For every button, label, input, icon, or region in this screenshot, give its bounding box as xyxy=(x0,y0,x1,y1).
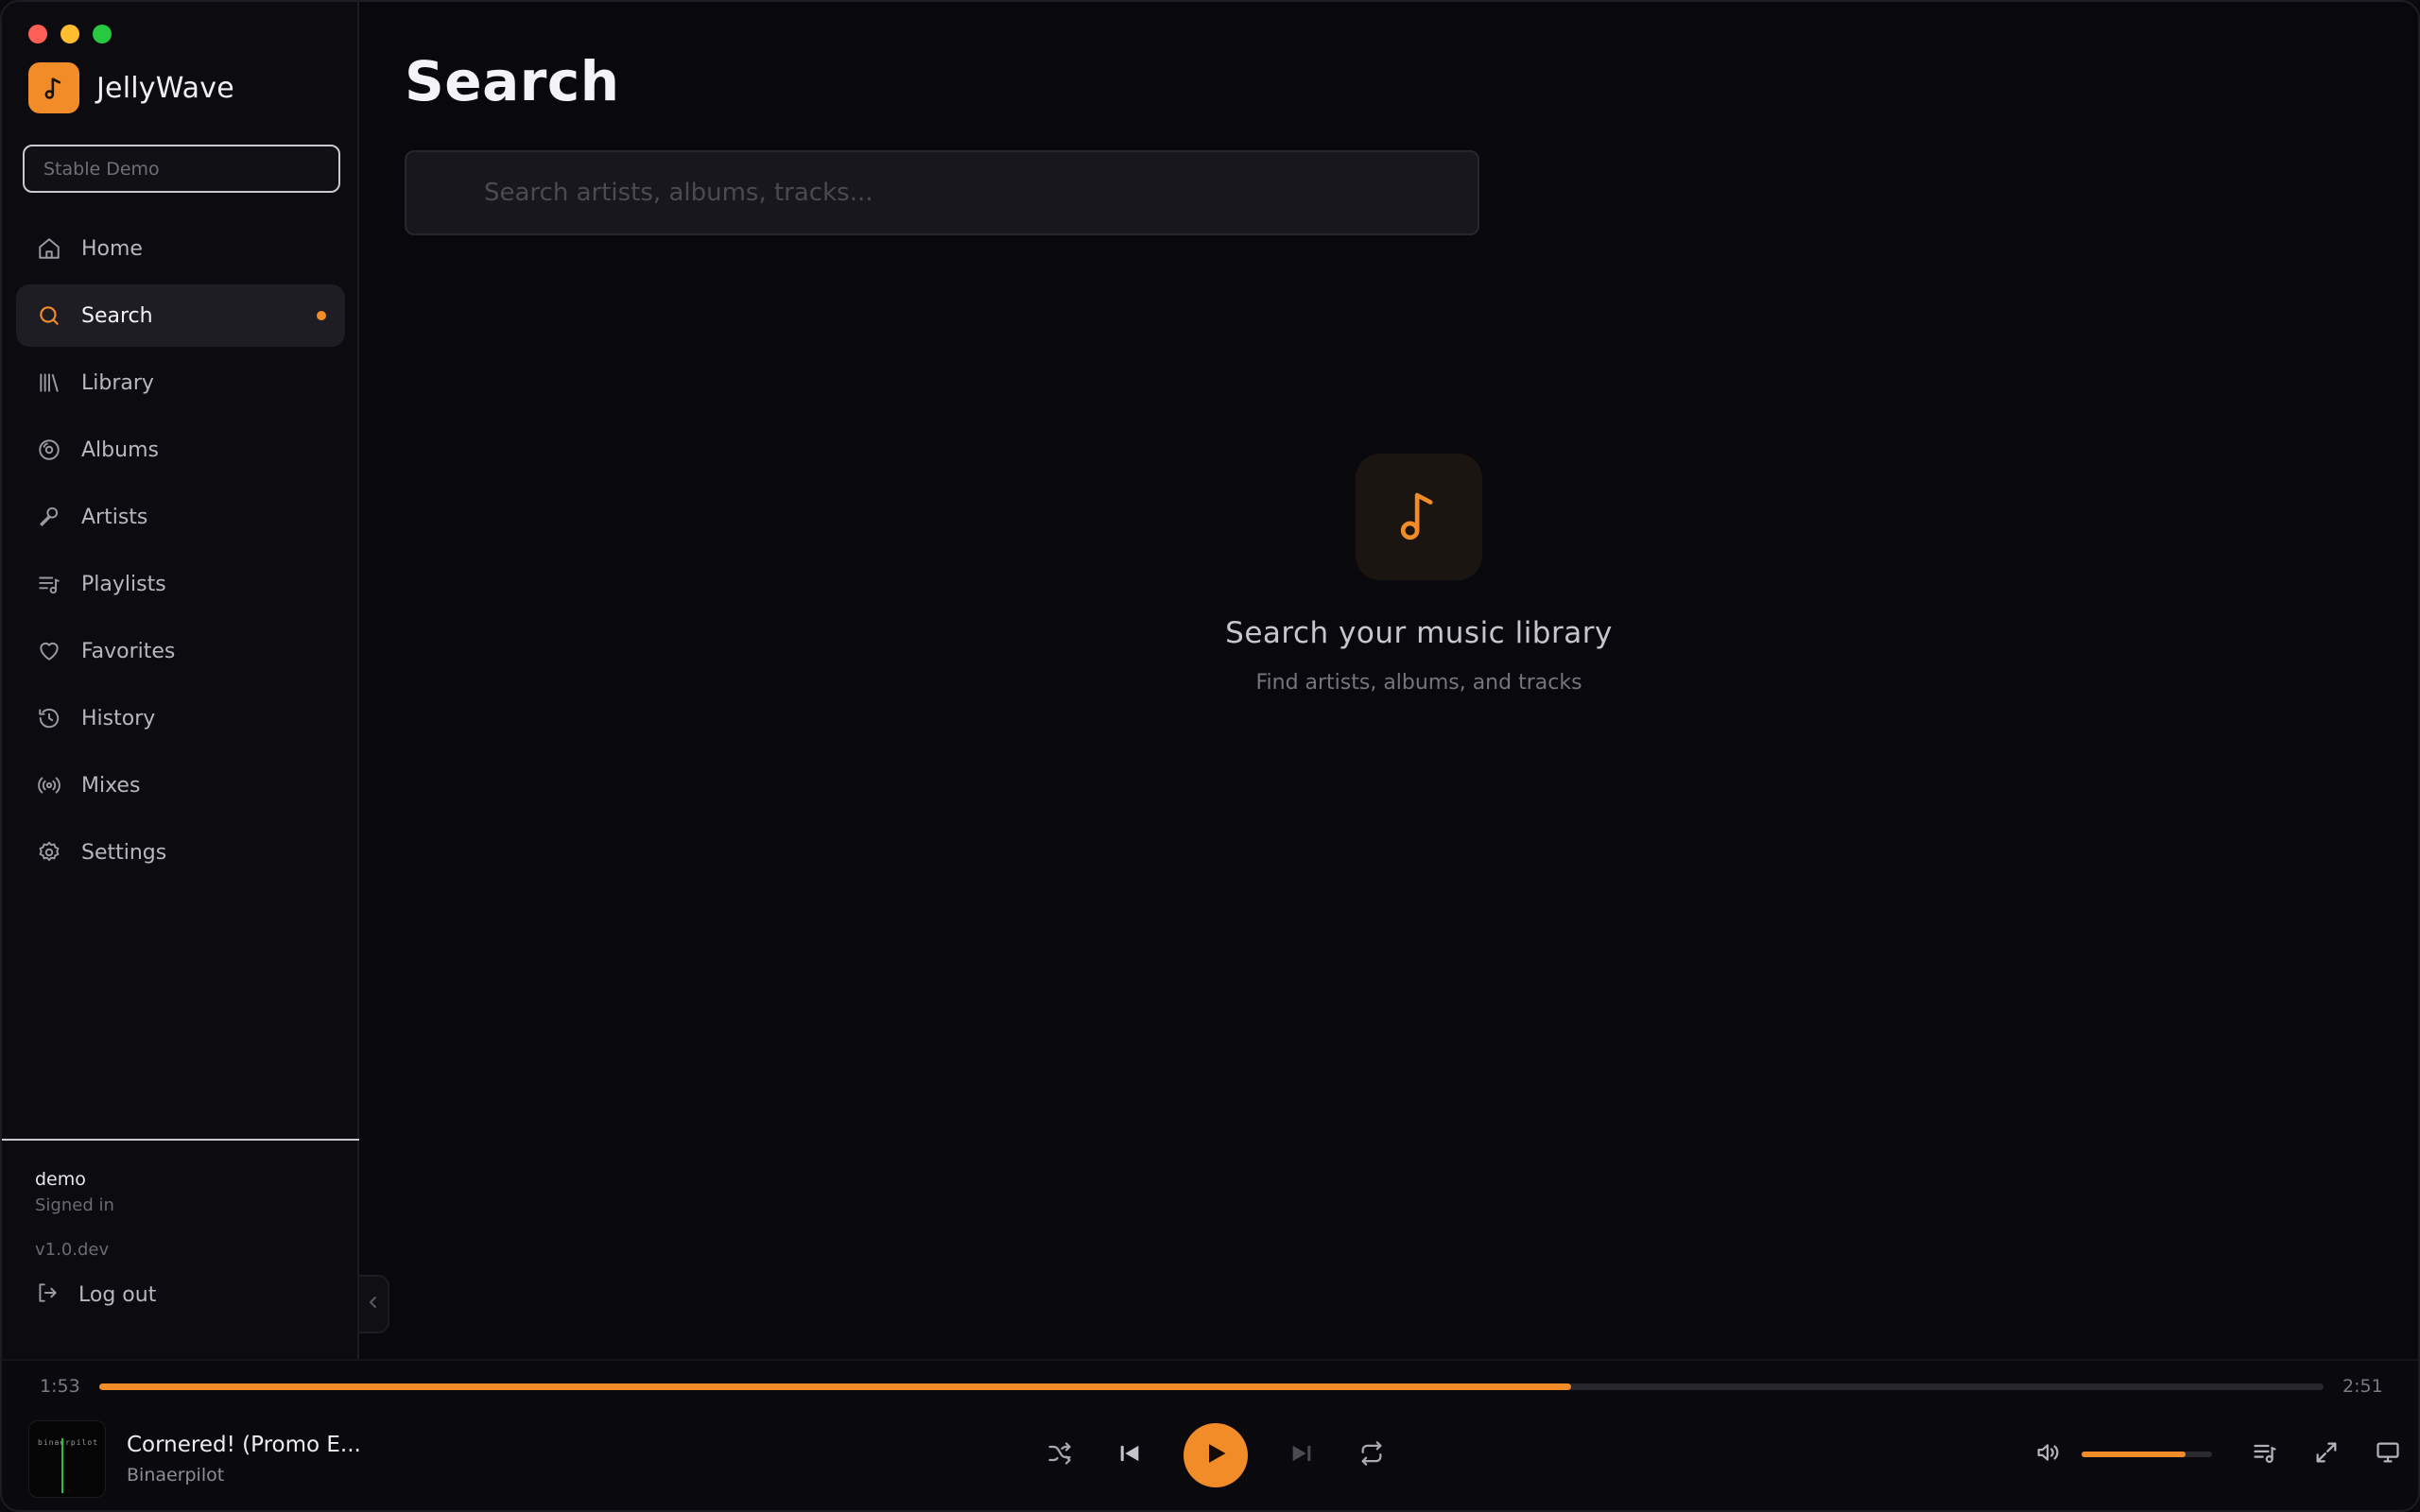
server-input[interactable] xyxy=(23,145,340,193)
app-name: JellyWave xyxy=(96,71,234,105)
sidebar-item-library[interactable]: Library xyxy=(16,352,345,414)
active-indicator-dot xyxy=(317,311,326,320)
logout-icon xyxy=(35,1280,60,1309)
skip-back-icon xyxy=(1116,1440,1143,1470)
fullscreen-button[interactable] xyxy=(2311,1439,2342,1469)
microphone-icon xyxy=(36,504,62,530)
search-icon xyxy=(36,302,62,329)
expand-icon xyxy=(2313,1439,2340,1469)
repeat-button[interactable] xyxy=(1356,1439,1388,1471)
heart-icon xyxy=(36,638,62,664)
sidebar-item-label: Artists xyxy=(81,505,148,529)
queue-icon xyxy=(2252,1439,2278,1469)
empty-state-tile xyxy=(1356,454,1482,580)
radio-icon xyxy=(36,772,62,799)
playlist-icon xyxy=(36,571,62,597)
library-icon xyxy=(36,369,62,396)
music-note-icon xyxy=(28,62,79,113)
logout-label: Log out xyxy=(78,1282,157,1307)
play-icon xyxy=(1202,1440,1229,1470)
sidebar-item-home[interactable]: Home xyxy=(16,217,345,280)
sidebar-item-label: Mixes xyxy=(81,773,141,798)
previous-button[interactable] xyxy=(1114,1439,1146,1471)
gear-icon xyxy=(36,839,62,866)
user-name: demo xyxy=(35,1169,86,1190)
current-time: 1:53 xyxy=(40,1376,80,1397)
secondary-controls xyxy=(2032,1439,2418,1469)
next-button[interactable] xyxy=(1286,1439,1318,1471)
sidebar-nav: Home Search Library Albums Artists Playl… xyxy=(16,217,345,888)
progress-fill xyxy=(99,1383,1571,1390)
volume-fill xyxy=(2082,1452,2187,1457)
empty-state-title: Search your music library xyxy=(1225,616,1613,650)
skip-forward-icon xyxy=(1288,1440,1315,1470)
sidebar-item-label: Albums xyxy=(81,438,159,462)
zoom-window-button[interactable] xyxy=(93,25,112,43)
sidebar-item-label: Search xyxy=(81,303,153,328)
sidebar-item-label: Home xyxy=(81,236,143,261)
empty-state: Search your music library Find artists, … xyxy=(361,454,2418,695)
minimize-window-button[interactable] xyxy=(60,25,79,43)
app-window: JellyWave Home Search Librar xyxy=(0,0,2420,1512)
sidebar-item-playlists[interactable]: Playlists xyxy=(16,553,345,615)
search-input[interactable] xyxy=(484,179,1478,207)
cast-device-button[interactable] xyxy=(2373,1439,2403,1469)
volume-icon xyxy=(2034,1439,2061,1469)
history-icon xyxy=(36,705,62,731)
sidebar-item-search[interactable]: Search xyxy=(16,284,345,347)
disc-icon xyxy=(36,437,62,463)
user-status: Signed in xyxy=(35,1195,114,1215)
logout-button[interactable]: Log out xyxy=(35,1280,156,1309)
app-version: v1.0.dev xyxy=(35,1240,110,1260)
sidebar-item-label: Settings xyxy=(81,840,167,865)
sidebar-item-mixes[interactable]: Mixes xyxy=(16,754,345,816)
queue-button[interactable] xyxy=(2250,1439,2280,1469)
sidebar-item-label: Favorites xyxy=(81,639,176,663)
main-content: Search Search your music library Find ar… xyxy=(361,2,2418,1359)
sidebar-item-artists[interactable]: Artists xyxy=(16,486,345,548)
user-panel: demo Signed in v1.0.dev Log out xyxy=(2,1139,359,1307)
home-icon xyxy=(36,235,62,262)
progress-bar[interactable] xyxy=(99,1383,2324,1390)
sidebar-item-label: History xyxy=(81,706,156,730)
sidebar-item-favorites[interactable]: Favorites xyxy=(16,620,345,682)
repeat-icon xyxy=(1358,1440,1385,1470)
search-bar xyxy=(405,150,1479,235)
sidebar-item-albums[interactable]: Albums xyxy=(16,419,345,481)
shuffle-icon xyxy=(1046,1440,1073,1470)
total-time: 2:51 xyxy=(2342,1376,2383,1397)
play-button[interactable] xyxy=(1184,1423,1248,1487)
sidebar-item-label: Library xyxy=(81,370,154,395)
sidebar-item-label: Playlists xyxy=(81,572,166,596)
mute-button[interactable] xyxy=(2032,1439,2063,1469)
shuffle-button[interactable] xyxy=(1044,1439,1076,1471)
sidebar-item-history[interactable]: History xyxy=(16,687,345,749)
empty-state-subtitle: Find artists, albums, and tracks xyxy=(1255,671,1582,695)
volume-slider[interactable] xyxy=(2082,1452,2212,1457)
music-note-icon xyxy=(1392,486,1445,548)
page-title: Search xyxy=(405,49,620,113)
sidebar: JellyWave Home Search Librar xyxy=(2,2,359,1359)
window-controls xyxy=(28,25,112,43)
sidebar-item-settings[interactable]: Settings xyxy=(16,821,345,884)
brand: JellyWave xyxy=(28,62,234,113)
player-bar: 1:53 2:51 binaerpilot Cornered! (Promo E… xyxy=(2,1359,2418,1510)
monitor-icon xyxy=(2375,1439,2401,1469)
close-window-button[interactable] xyxy=(28,25,47,43)
